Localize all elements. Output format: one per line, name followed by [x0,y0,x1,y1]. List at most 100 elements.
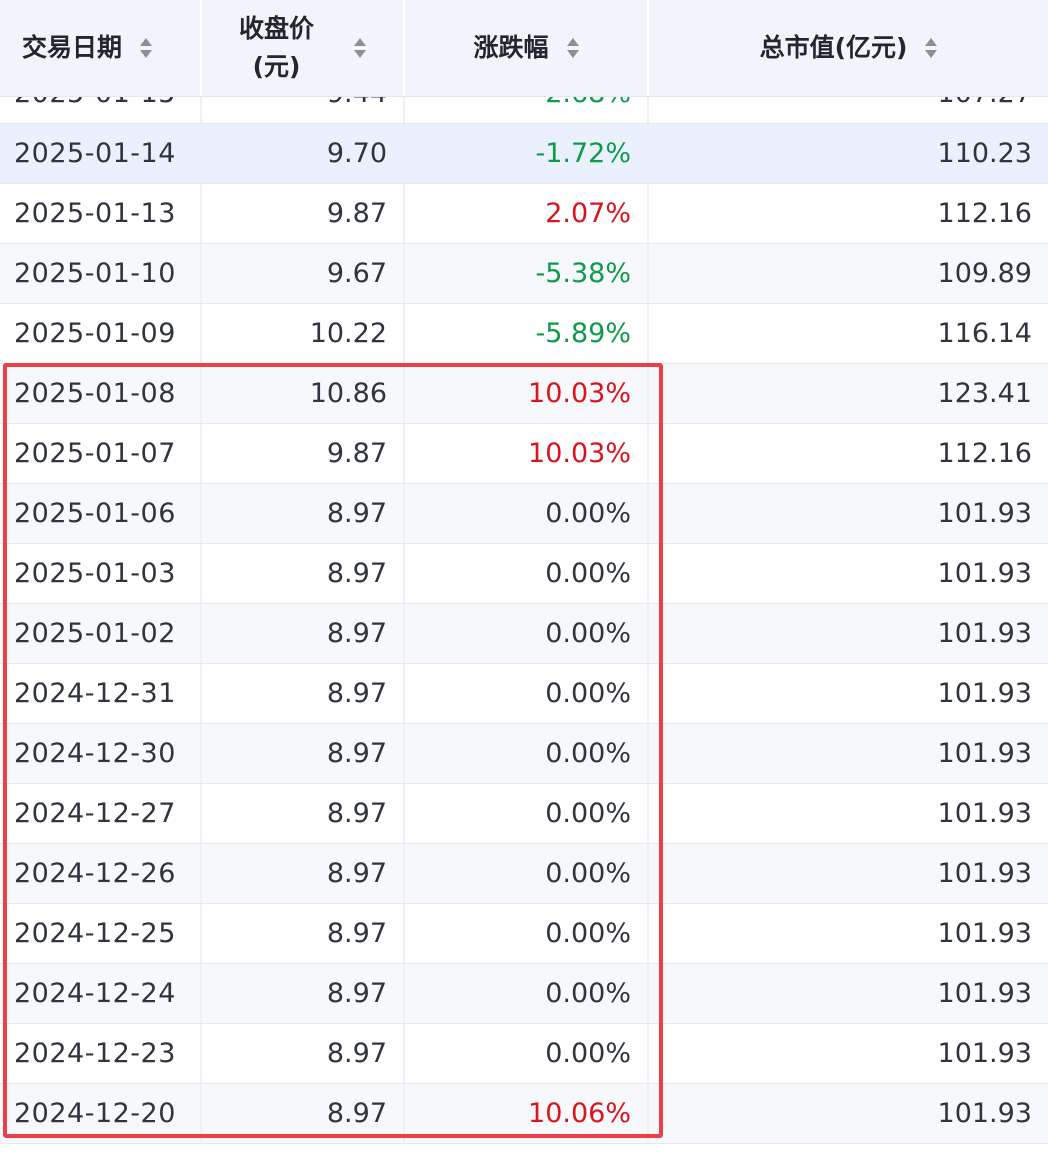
cell-change: 0.00% [405,844,649,903]
cell-date: 2025-01-06 [0,484,202,543]
cell-market-cap: 123.41 [937,378,1032,409]
cell-change: -5.38% [405,244,649,303]
cell-market-cap: 101.93 [937,678,1032,709]
cell-change: 0.00% [405,724,649,783]
cell-close-price: 8.97 [202,964,405,1023]
cell-date: 2025-01-10 [0,244,202,303]
cell-change: 0.00% [405,1024,649,1083]
table-row[interactable]: 2024-12-30 8.97 0.00% 101.93 [0,724,1048,784]
column-header-close-price[interactable]: 收盘价 (元) [202,0,405,96]
cell-market-cap: 101.93 [937,1098,1032,1129]
table-row[interactable]: 2025-01-02 8.97 0.00% 101.93 [0,604,1048,664]
sort-icon[interactable] [925,38,938,58]
cell-date: 2024-12-30 [0,724,202,783]
cell-market-cap: 101.93 [937,798,1032,829]
cell-date: 2025-01-14 [0,124,202,183]
column-header-date-label: 交易日期 [22,33,123,62]
cell-close-price: 8.97 [202,724,405,783]
table-row[interactable]: 2024-12-27 8.97 0.00% 101.93 [0,784,1048,844]
table-row[interactable]: 2025-01-07 9.87 10.03% 112.16 [0,424,1048,484]
table-row[interactable]: 2024-12-31 8.97 0.00% 101.93 [0,664,1048,724]
cell-change: 10.03% [405,364,649,423]
table-row[interactable]: 2025-01-08 10.86 10.03% 123.41 [0,364,1048,424]
column-header-date[interactable]: 交易日期 [0,0,202,96]
column-header-close-price-label: 收盘价 (元) [239,10,314,86]
sort-icon[interactable] [354,38,366,58]
stock-history-table: 交易日期 收盘价 (元) 涨跌幅 总市值(亿元) 2025-01-159.44-… [0,0,1048,1152]
cell-change: 0.00% [405,664,649,723]
table-header: 交易日期 收盘价 (元) 涨跌幅 总市值(亿元) [0,0,1048,97]
cell-market-cap: 110.23 [937,138,1032,169]
cell-close-price: 9.87 [202,184,405,243]
cell-date: 2025-01-09 [0,304,202,363]
cell-date: 2024-12-31 [0,664,202,723]
cell-market-cap: 109.89 [937,258,1032,289]
table-row[interactable]: 2024-12-20 8.97 10.06% 101.93 [0,1084,1048,1144]
cell-market-cap: 116.14 [937,318,1032,349]
cell-close-price: 8.97 [202,484,405,543]
cell-market-cap: 101.93 [937,978,1032,1009]
cell-close-price: 8.97 [202,604,405,663]
table-row[interactable]: 2025-01-03 8.97 0.00% 101.93 [0,544,1048,604]
cell-date: 2025-01-02 [0,604,202,663]
cell-date: 2025-01-03 [0,544,202,603]
cell-date: 2025-01-13 [0,184,202,243]
cell-market-cap: 101.93 [937,618,1032,649]
cell-change: -1.72% [405,124,649,183]
cell-change: 0.00% [405,904,649,963]
cell-close-price: 10.22 [202,304,405,363]
cell-change: 0.00% [405,604,649,663]
cell-market-cap: 101.93 [937,918,1032,949]
cell-change: 0.00% [405,784,649,843]
close-price-label-line1: 收盘价 [238,14,314,43]
cell-close-price: 8.97 [202,784,405,843]
cell-date: 2024-12-26 [0,844,202,903]
cell-close-price: 8.97 [202,1084,405,1143]
cell-close-price: 8.97 [202,904,405,963]
cell-close-price: 10.86 [202,364,405,423]
column-header-market-cap-label: 总市值(亿元) [759,33,908,62]
cell-close-price: 9.87 [202,424,405,483]
table-row[interactable]: 2025-01-14 9.70 -1.72% 110.23 [0,124,1048,184]
column-header-market-cap[interactable]: 总市值(亿元) [649,0,1048,96]
cell-change: 0.00% [405,484,649,543]
cell-date: 2025-01-08 [0,364,202,423]
table-row[interactable]: 2025-01-13 9.87 2.07% 112.16 [0,184,1048,244]
cell-close-price: 8.97 [202,544,405,603]
table-row[interactable]: 2024-12-24 8.97 0.00% 101.93 [0,964,1048,1024]
table-row[interactable]: 2025-01-10 9.67 -5.38% 109.89 [0,244,1048,304]
cell-date: 2024-12-23 [0,1024,202,1083]
table-row[interactable]: 2024-12-23 8.97 0.00% 101.93 [0,1024,1048,1084]
cell-change: 0.00% [405,544,649,603]
cell-date: 2024-12-24 [0,964,202,1023]
table-row[interactable]: 2024-12-25 8.97 0.00% 101.93 [0,904,1048,964]
cell-market-cap: 101.93 [937,558,1032,589]
cell-market-cap: 101.93 [937,858,1032,889]
cell-market-cap: 101.93 [937,1038,1032,1069]
cell-market-cap: 101.93 [937,738,1032,769]
column-header-change-label: 涨跌幅 [473,33,549,62]
sort-icon[interactable] [566,38,579,58]
cell-close-price: 8.97 [202,1024,405,1083]
cell-close-price: 9.70 [202,124,405,183]
table-row[interactable]: 2024-12-26 8.97 0.00% 101.93 [0,844,1048,904]
sort-icon[interactable] [140,38,153,58]
cell-market-cap: 112.16 [937,198,1032,229]
cell-date: 2024-12-27 [0,784,202,843]
table-row[interactable]: 2025-01-06 8.97 0.00% 101.93 [0,484,1048,544]
cell-change: 10.03% [405,424,649,483]
cell-market-cap: 101.93 [937,498,1032,529]
cell-market-cap: 112.16 [937,438,1032,469]
table-row[interactable]: 2025-01-09 10.22 -5.89% 116.14 [0,304,1048,364]
cell-close-price: 9.67 [202,244,405,303]
cell-date: 2025-01-07 [0,424,202,483]
cell-change: -5.89% [405,304,649,363]
table-body: 2025-01-159.44-2.68%107.272025-01-149.70… [0,64,1048,1144]
cell-close-price: 8.97 [202,664,405,723]
cell-change: 10.06% [405,1084,649,1143]
cell-close-price: 8.97 [202,844,405,903]
cell-date: 2024-12-20 [0,1084,202,1143]
cell-change: 0.00% [405,964,649,1023]
cell-date: 2024-12-25 [0,904,202,963]
column-header-change[interactable]: 涨跌幅 [405,0,649,96]
